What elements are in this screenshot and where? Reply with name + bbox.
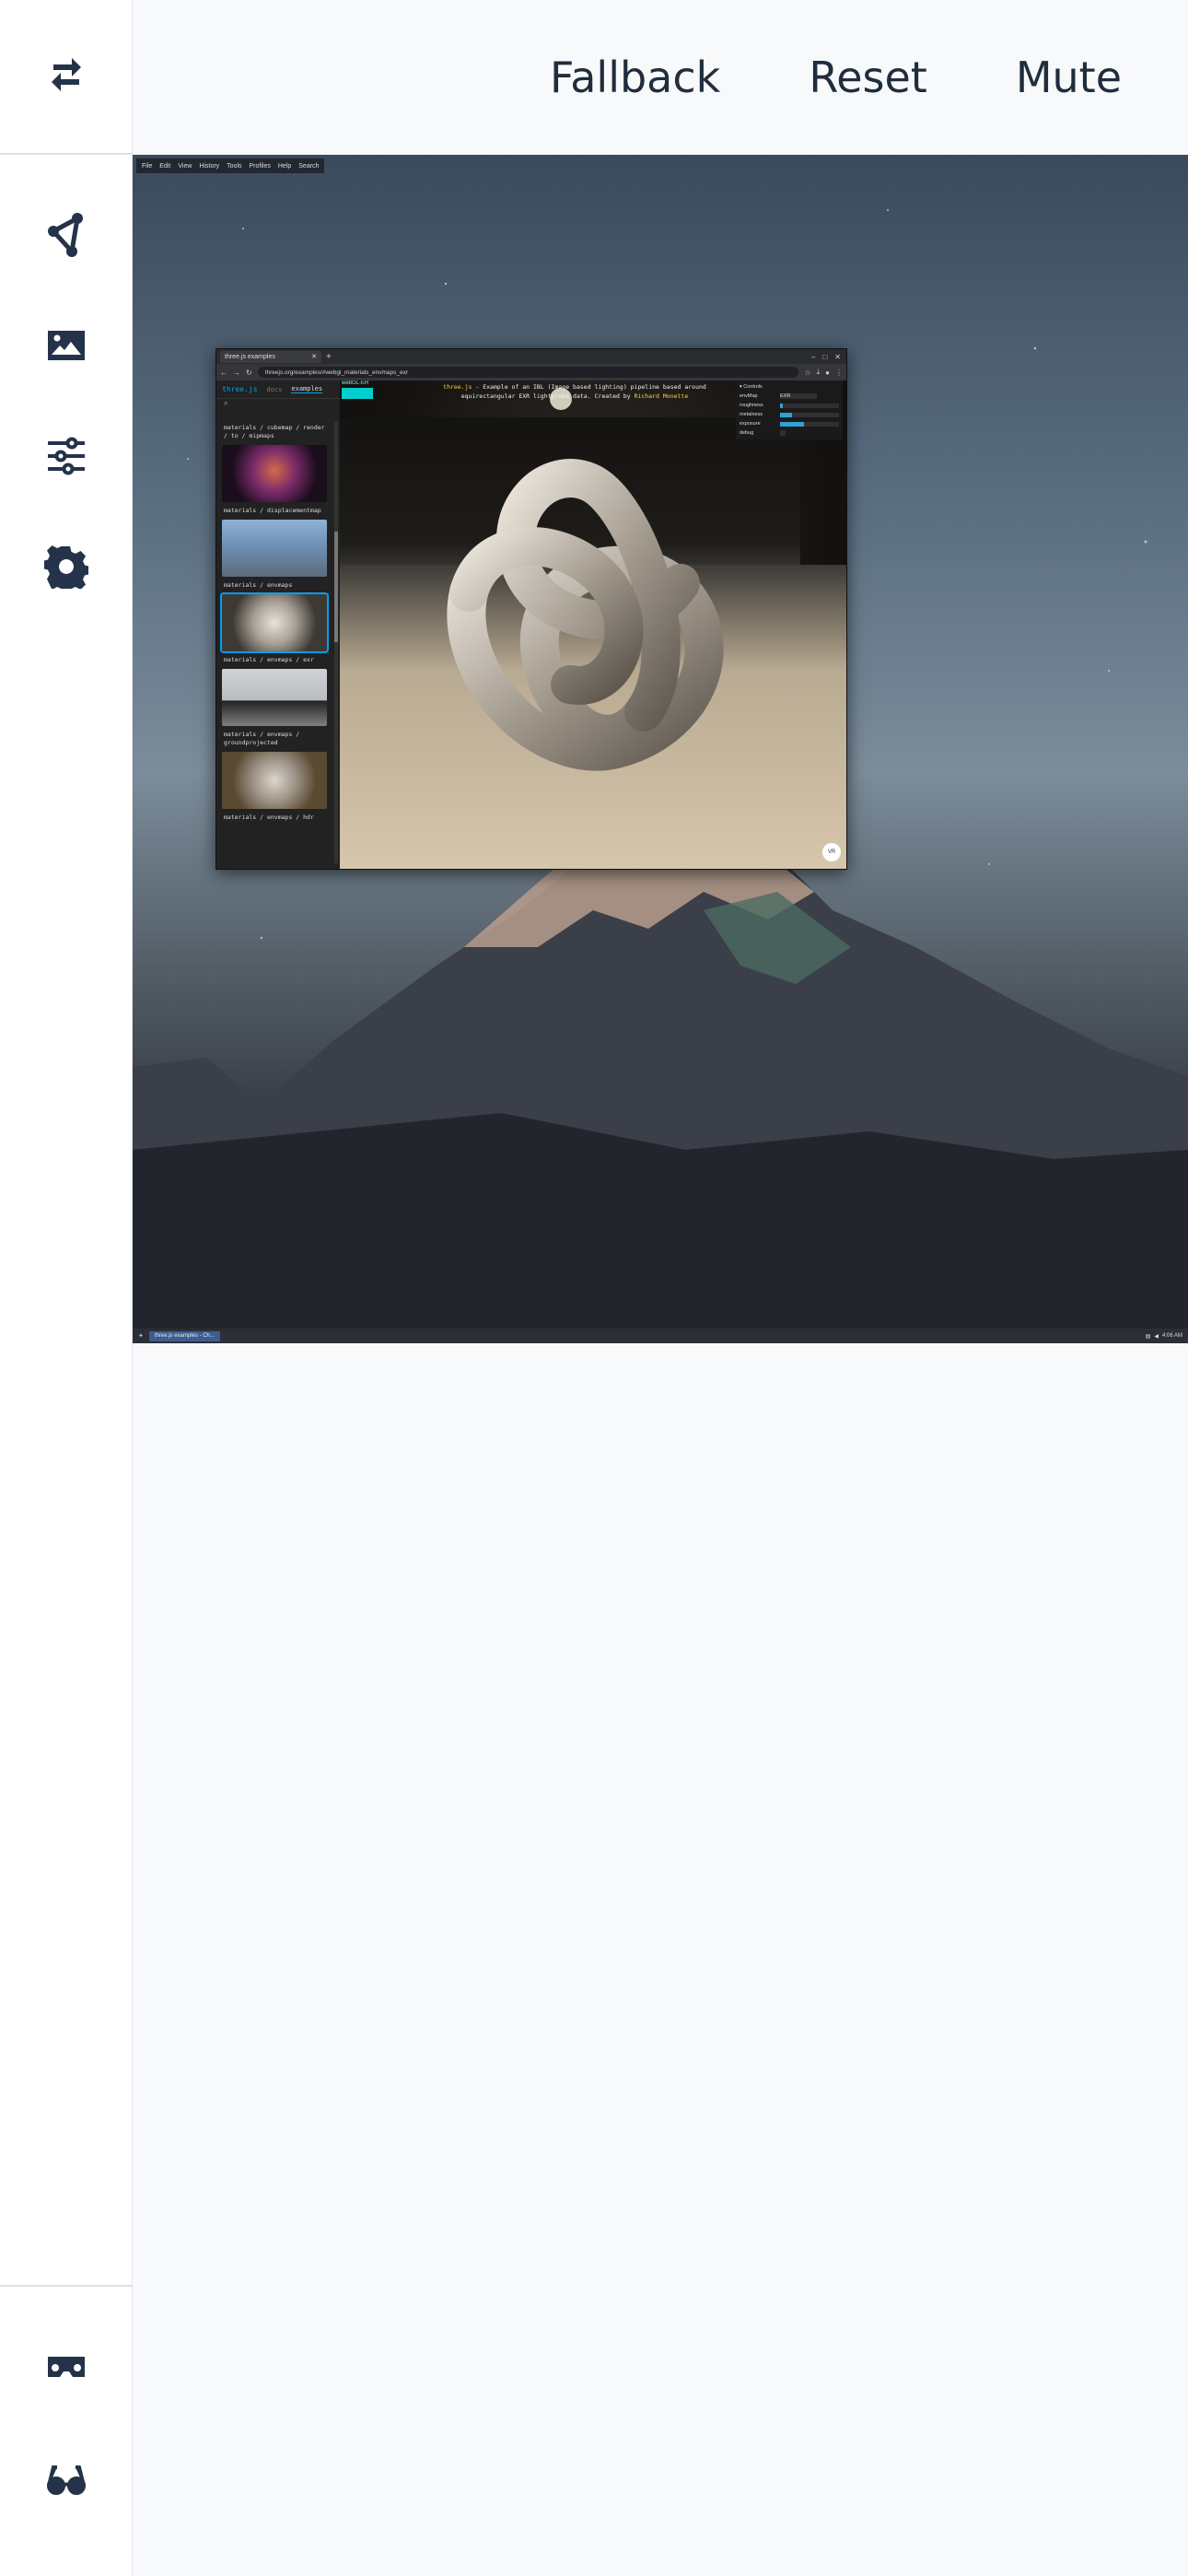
controls-title[interactable]: ▾ Controls: [740, 382, 839, 392]
gui-row-roughness[interactable]: roughness: [740, 401, 839, 410]
webgl-viewport[interactable]: webGL-ER three.js - Example of an IBL (I…: [340, 381, 846, 869]
examples-search-icon[interactable]: ⌕: [216, 399, 340, 414]
sliders-icon[interactable]: [20, 410, 112, 502]
browser-urlbar: ← → ↻ threejs.org/examples/#webgl_materi…: [216, 364, 846, 381]
webgl-badge: webGL-ER: [342, 381, 369, 386]
menu-search[interactable]: Search: [298, 163, 319, 170]
author-link[interactable]: Richard Monette: [635, 392, 689, 400]
tab-docs[interactable]: docs: [267, 386, 283, 393]
examples-scrollbar[interactable]: [334, 421, 338, 863]
vr-button[interactable]: VR: [822, 843, 841, 861]
exposure-slider[interactable]: [780, 421, 839, 427]
new-tab-icon[interactable]: +: [326, 352, 332, 362]
gui-label: exposure: [740, 421, 761, 427]
top-bar: Fallback Reset Mute: [133, 0, 1188, 155]
menu-file[interactable]: File: [142, 163, 152, 170]
gui-row-envmap[interactable]: envMap EXR: [740, 392, 839, 401]
address-field[interactable]: threejs.org/examples/#webgl_materials_en…: [257, 367, 799, 378]
list-item[interactable]: materials / cubemap / render / to / mipm…: [222, 421, 329, 443]
torus-knot-model: [447, 388, 724, 771]
info-line-1: - Example of an IBL (Image based lightin…: [472, 383, 706, 391]
os-taskbar: ✦ three.js examples - Ch... ▤ ◀ 4:06 AM: [133, 1329, 1188, 1343]
tab-close-icon[interactable]: ✕: [311, 353, 317, 360]
menu-edit[interactable]: Edit: [159, 163, 170, 170]
reset-button[interactable]: Reset: [809, 53, 927, 102]
reload-icon[interactable]: ↻: [246, 369, 252, 377]
profile-icon[interactable]: ●: [825, 369, 830, 377]
example-thumbnail-selected[interactable]: [220, 592, 329, 653]
forward-icon[interactable]: →: [233, 369, 240, 377]
fallback-button[interactable]: Fallback: [550, 53, 720, 102]
list-item[interactable]: materials / envmaps / hdr: [222, 811, 329, 825]
sidebar-divider: [0, 2285, 133, 2287]
network-icon[interactable]: ▤: [1146, 1333, 1151, 1340]
sidebar-header: [0, 0, 133, 155]
window-controls: – □ ✕: [811, 353, 846, 361]
menu-view[interactable]: View: [178, 163, 192, 170]
start-menu-icon[interactable]: ✦: [138, 1332, 144, 1340]
gui-row-debug[interactable]: debug: [740, 428, 839, 438]
browser-tabbar: three.js examples ✕ + – □ ✕: [216, 349, 846, 364]
clock[interactable]: 4:06 AM: [1162, 1333, 1182, 1340]
controls-title-label: ▾ Controls: [740, 384, 763, 390]
examples-sidebar: three.js docs examples ⌕ materials / cub…: [216, 381, 340, 869]
stats-panel[interactable]: [342, 388, 373, 399]
example-thumbnail[interactable]: [222, 520, 327, 577]
remote-desktop-view[interactable]: File Edit View History Tools Profiles He…: [133, 155, 1188, 1343]
download-icon[interactable]: ⤓: [817, 368, 821, 377]
mute-button[interactable]: Mute: [1016, 53, 1122, 102]
maximize-icon[interactable]: □: [822, 353, 827, 361]
gui-label: metalness: [740, 412, 763, 417]
page-content: three.js docs examples ⌕ materials / cub…: [216, 381, 846, 869]
system-tray: ▤ ◀ 4:06 AM: [1146, 1333, 1182, 1340]
list-item[interactable]: materials / displacementmap: [222, 504, 329, 518]
list-item[interactable]: materials / envmaps / groundprojected: [222, 728, 329, 750]
list-item-selected[interactable]: materials / envmaps / exr: [222, 653, 329, 667]
examples-header: three.js docs examples: [216, 381, 340, 399]
browser-menu-icon[interactable]: ⋮: [835, 369, 843, 377]
info-line-2: equirectangular EXR lightprobe data. Cre…: [460, 392, 635, 400]
vr-headset-icon[interactable]: [20, 2322, 112, 2414]
browser-window: three.js examples ✕ + – □ ✕ ← → ↻ threej…: [215, 348, 847, 870]
gui-label: debug: [740, 430, 754, 436]
example-thumbnail[interactable]: [222, 752, 327, 809]
3d-glasses-icon[interactable]: [20, 2432, 112, 2524]
roughness-slider[interactable]: [780, 403, 839, 408]
example-info: three.js - Example of an IBL (Image base…: [441, 382, 708, 401]
gui-row-exposure[interactable]: exposure: [740, 419, 839, 428]
sidebar: [0, 0, 133, 2576]
threejs-logo[interactable]: three.js: [222, 385, 258, 393]
threejs-link[interactable]: three.js: [443, 383, 472, 391]
window-close-icon[interactable]: ✕: [834, 353, 841, 361]
tab-title: three.js examples: [225, 353, 275, 360]
back-icon[interactable]: ←: [220, 369, 227, 377]
controls-panel: ▾ Controls envMap EXR roughness metalness…: [736, 381, 843, 439]
metalness-slider[interactable]: [780, 412, 839, 417]
gui-row-metalness[interactable]: metalness: [740, 410, 839, 419]
menu-help[interactable]: Help: [278, 163, 291, 170]
image-icon[interactable]: [20, 299, 112, 392]
menu-history[interactable]: History: [199, 163, 219, 170]
gui-label: roughness: [740, 403, 763, 408]
menu-tools[interactable]: Tools: [227, 163, 241, 170]
examples-list: materials / cubemap / render / to / mipm…: [220, 421, 329, 825]
bookmark-star-icon[interactable]: ☆: [804, 369, 810, 377]
taskbar-item[interactable]: three.js examples - Ch...: [148, 1330, 220, 1341]
tab-examples[interactable]: examples: [291, 385, 323, 393]
volume-icon[interactable]: ◀: [1154, 1333, 1159, 1340]
minimize-icon[interactable]: –: [811, 353, 815, 361]
example-thumbnail[interactable]: [222, 669, 327, 726]
os-menubar: File Edit View History Tools Profiles He…: [136, 158, 325, 173]
swap-arrows-icon[interactable]: [44, 53, 88, 101]
gui-label: envMap: [740, 393, 758, 399]
list-item[interactable]: materials / envmaps: [222, 579, 329, 592]
debug-checkbox[interactable]: [780, 430, 786, 436]
example-thumbnail[interactable]: [222, 445, 327, 502]
browser-tab[interactable]: three.js examples ✕: [220, 350, 321, 363]
envmap-select[interactable]: EXR: [780, 393, 817, 399]
gear-icon[interactable]: [20, 521, 112, 613]
share-graph-icon[interactable]: [20, 189, 112, 281]
menu-profiles[interactable]: Profiles: [250, 163, 271, 170]
